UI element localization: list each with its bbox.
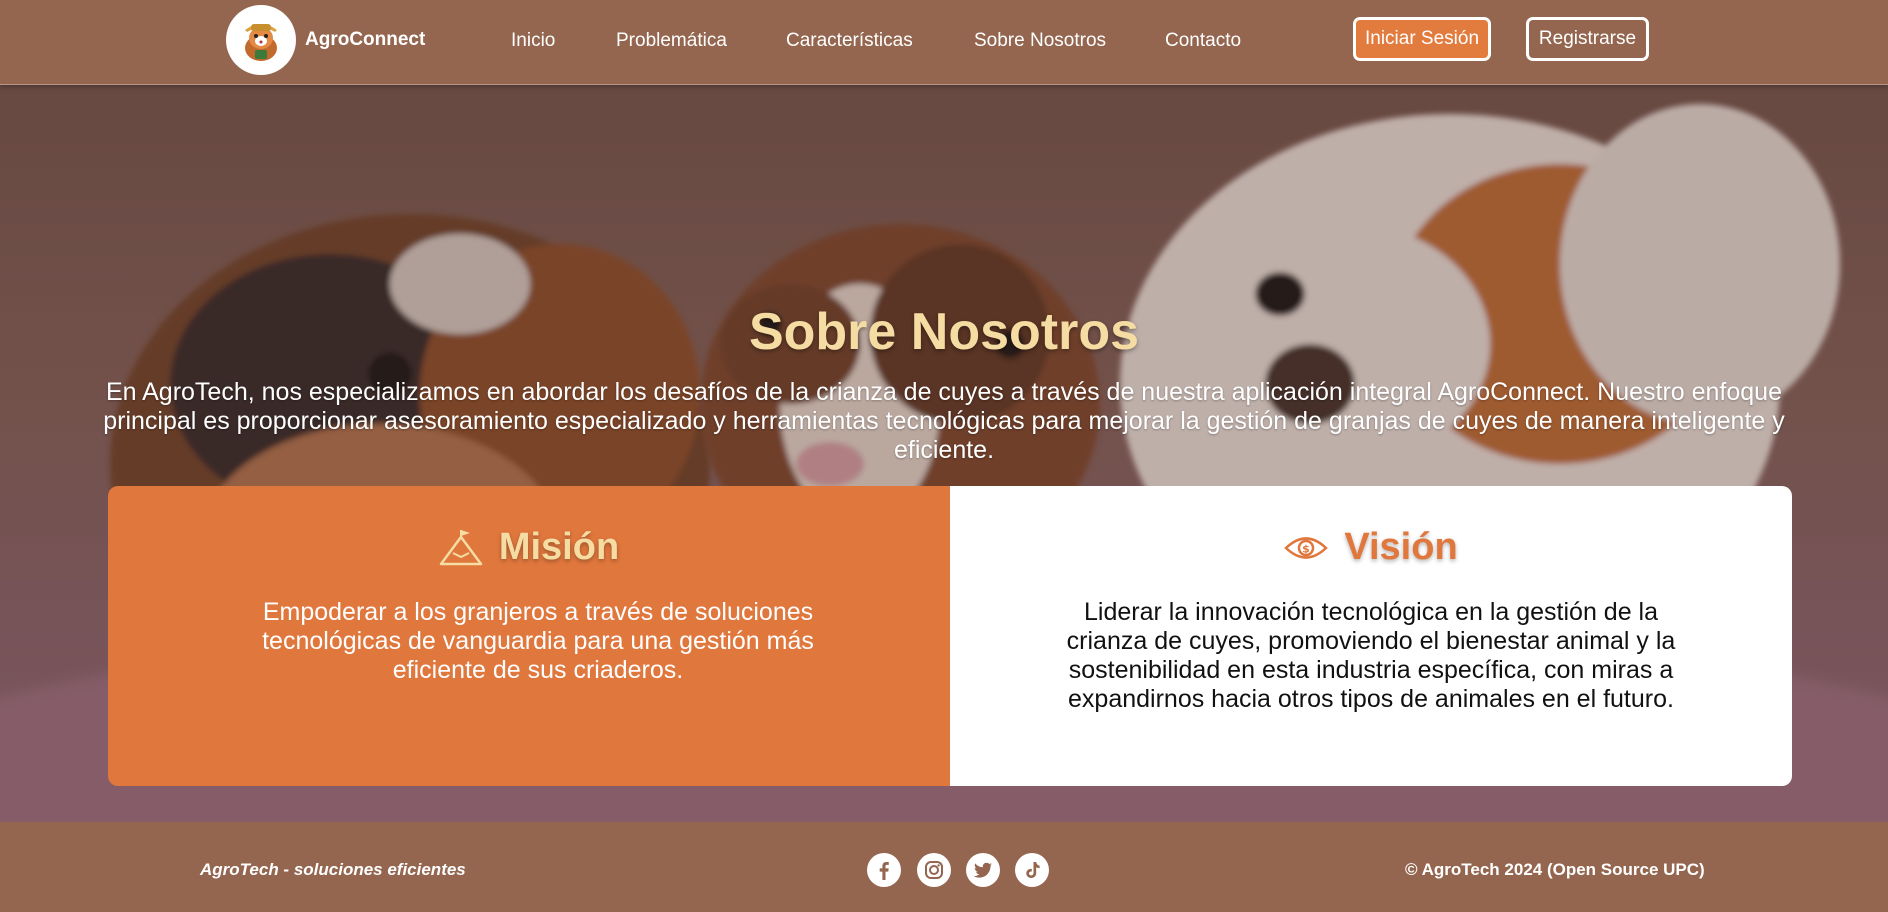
instagram-glyph-icon	[925, 861, 943, 879]
nav-link-sobre-nosotros[interactable]: Sobre Nosotros	[974, 30, 1106, 52]
footer-tagline: AgroTech - soluciones eficientes	[200, 860, 466, 879]
section-title: Sobre Nosotros	[748, 303, 1140, 361]
tiktok-glyph-icon	[1026, 862, 1040, 878]
vision-title: Visión	[1344, 526, 1458, 568]
instagram-icon[interactable]	[917, 853, 951, 887]
register-button[interactable]: Registrarse	[1526, 17, 1649, 61]
twitter-icon[interactable]	[966, 853, 1000, 887]
mision-header: Misión	[108, 526, 950, 569]
facebook-icon[interactable]	[867, 853, 901, 887]
brand-name[interactable]: AgroConnect	[305, 29, 425, 51]
login-button[interactable]: Iniciar Sesión	[1353, 17, 1491, 61]
nav-link-caracteristicas[interactable]: Características	[786, 30, 913, 52]
section-description: En AgroTech, nos especializamos en abord…	[103, 378, 1785, 464]
nav-link-problematica[interactable]: Problemática	[616, 30, 727, 52]
copyright-text: © AgroTech 2024 (Open Source UPC)	[1405, 860, 1705, 879]
footer: AgroTech - soluciones eficientes © AgroT…	[0, 822, 1888, 912]
facebook-glyph-icon	[879, 862, 889, 880]
twitter-glyph-icon	[973, 862, 992, 878]
mision-text: Empoderar a los granjeros a través de so…	[262, 598, 814, 684]
brand-logo[interactable]	[226, 5, 296, 75]
mountain-flag-icon	[439, 529, 483, 565]
svg-text:$: $	[1303, 542, 1311, 555]
vision-card: $ Visión Liderar la innovación tecnológi…	[950, 486, 1792, 786]
nav-link-inicio[interactable]: Inicio	[511, 30, 555, 52]
vision-header: $ Visión	[950, 526, 1792, 569]
nav-link-contacto[interactable]: Contacto	[1165, 30, 1241, 52]
mision-title: Misión	[498, 526, 620, 568]
mision-card: Misión Empoderar a los granjeros a travé…	[108, 486, 950, 786]
hero-section: Sobre Nosotros En AgroTech, nos especial…	[0, 84, 1888, 822]
vision-text: Liderar la innovación tecnológica en la …	[1066, 598, 1676, 713]
tiktok-icon[interactable]	[1015, 853, 1049, 887]
eye-icon: $	[1284, 536, 1329, 559]
guinea-pig-mascot-icon	[245, 24, 277, 61]
navbar: AgroConnect Inicio Problemática Caracter…	[0, 0, 1888, 85]
